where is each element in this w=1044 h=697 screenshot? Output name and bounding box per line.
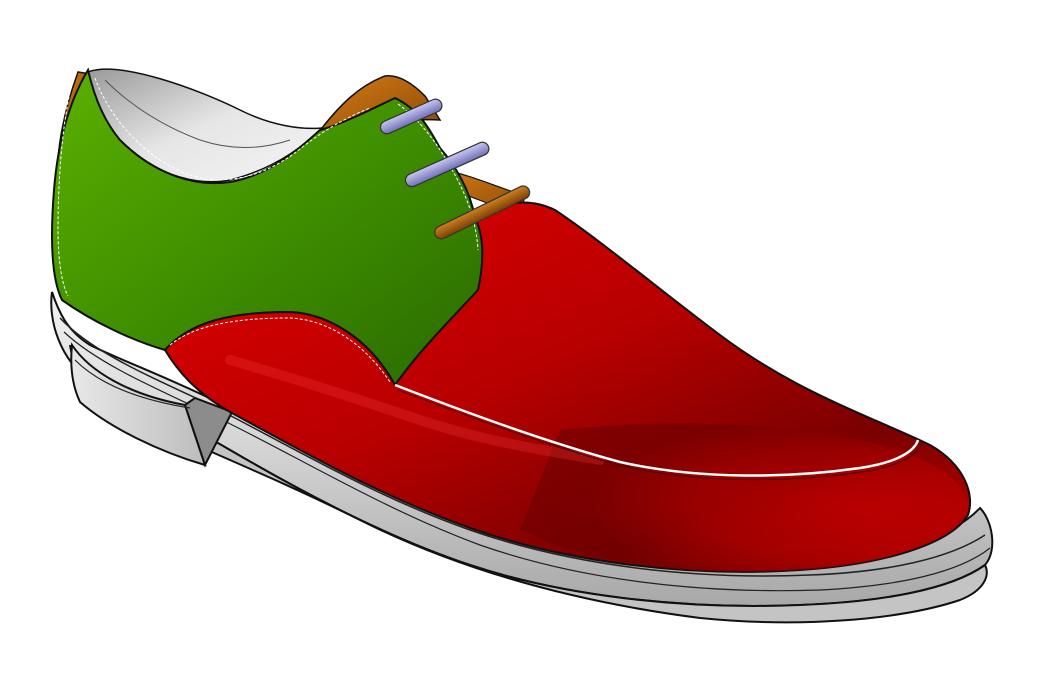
shoe-render-image <box>50 67 994 624</box>
render-canvas <box>0 0 1044 697</box>
